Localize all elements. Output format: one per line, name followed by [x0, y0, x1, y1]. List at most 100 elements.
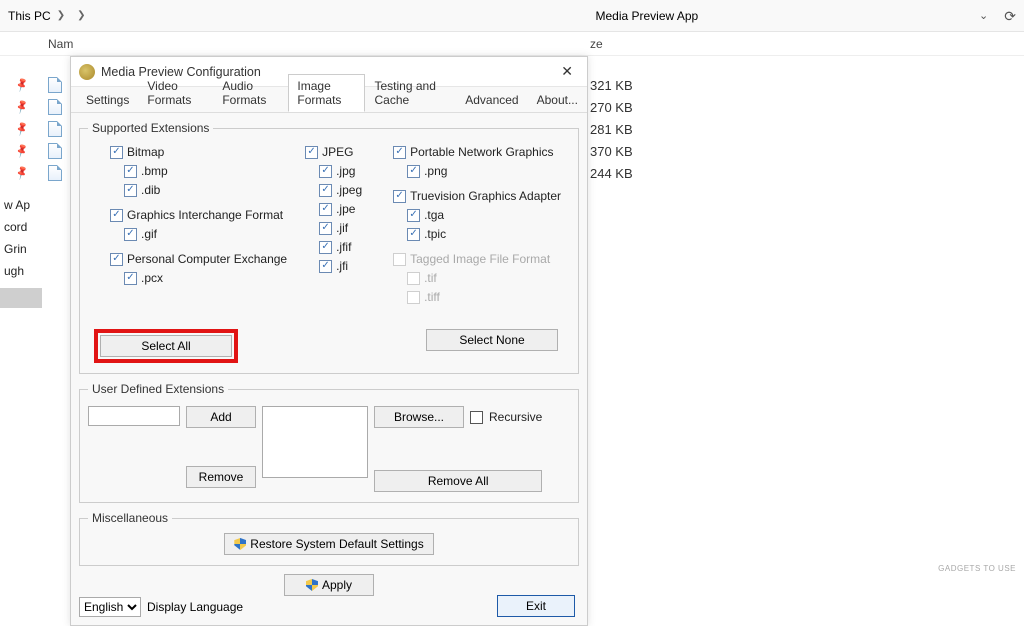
remove-all-button[interactable]: Remove All	[374, 470, 542, 492]
restore-defaults-button[interactable]: Restore System Default Settings	[224, 533, 434, 555]
file-size: 321 KB	[590, 74, 633, 96]
checkbox-label: .gif	[141, 227, 157, 241]
checkbox-label: .tga	[424, 208, 444, 222]
checkbox-pcx-ext[interactable]	[124, 272, 137, 285]
remove-button[interactable]: Remove	[186, 466, 256, 488]
language-select[interactable]: English	[79, 597, 141, 617]
checkbox-pcx[interactable]	[110, 253, 123, 266]
checkbox-gif[interactable]	[110, 209, 123, 222]
checkbox-png[interactable]	[393, 146, 406, 159]
checkbox-label: Bitmap	[127, 145, 164, 159]
column-name[interactable]: Nam	[48, 37, 578, 51]
misc-legend: Miscellaneous	[88, 511, 172, 525]
checkbox-jpeg-ext[interactable]	[319, 184, 332, 197]
checkbox-label: .jfif	[336, 240, 351, 254]
chevron-right-icon: ❯	[77, 10, 85, 21]
tab-testing-cache[interactable]: Testing and Cache	[365, 74, 456, 112]
tab-audio-formats[interactable]: Audio Formats	[213, 74, 288, 112]
checkbox-label: .jpe	[336, 202, 355, 216]
add-button[interactable]: Add	[186, 406, 256, 428]
checkbox-bitmap[interactable]	[110, 146, 123, 159]
ude-input[interactable]	[88, 406, 180, 426]
file-size: 281 KB	[590, 118, 633, 140]
checkbox-label: .tpic	[424, 227, 446, 241]
exit-button[interactable]: Exit	[497, 595, 575, 617]
checkbox-gif-ext[interactable]	[124, 228, 137, 241]
list-item[interactable]	[48, 140, 62, 162]
select-all-button[interactable]: Select All	[100, 335, 232, 357]
tab-settings[interactable]: Settings	[77, 88, 138, 112]
breadcrumb-item[interactable]: Media Preview App	[595, 9, 698, 23]
checkbox-recursive[interactable]	[470, 411, 483, 424]
file-icon	[48, 143, 62, 159]
sidebar-item[interactable]: w Ap	[0, 194, 44, 216]
apply-button[interactable]: Apply	[284, 574, 374, 596]
checkbox-label: Truevision Graphics Adapter	[410, 189, 561, 203]
checkbox-tiff-ext[interactable]	[407, 291, 420, 304]
checkbox-png-ext[interactable]	[407, 165, 420, 178]
sidebar-active-indicator	[0, 288, 42, 308]
close-icon[interactable]: ✕	[555, 63, 579, 80]
checkbox-label: .jpg	[336, 164, 355, 178]
dialog-tabs: Settings Video Formats Audio Formats Ima…	[71, 87, 587, 113]
user-defined-extensions-group: User Defined Extensions Add Remove	[79, 382, 579, 503]
file-icon	[48, 99, 62, 115]
file-sizes: 321 KB 270 KB 281 KB 370 KB 244 KB	[590, 74, 633, 184]
file-size: 244 KB	[590, 162, 633, 184]
checkbox-label: JPEG	[322, 145, 353, 159]
checkbox-jpe[interactable]	[319, 203, 332, 216]
checkbox-tga-ext[interactable]	[407, 209, 420, 222]
shield-icon	[306, 579, 318, 591]
tab-advanced[interactable]: Advanced	[456, 88, 527, 112]
checkbox-bmp[interactable]	[124, 165, 137, 178]
checkbox-jpeg[interactable]	[305, 146, 318, 159]
list-item[interactable]	[48, 96, 62, 118]
select-none-button[interactable]: Select None	[426, 329, 558, 351]
checkbox-label: .tiff	[424, 290, 440, 304]
sidebar-item[interactable]: ugh	[0, 260, 44, 282]
checkbox-tiff[interactable]	[393, 253, 406, 266]
sidebar-item[interactable]: Grin	[0, 238, 44, 260]
checkbox-label: .bmp	[141, 164, 168, 178]
explorer-sidebar: 📌 📌 📌 📌 📌 w Ap cord Grin ugh	[0, 56, 44, 308]
sidebar-item[interactable]: cord	[0, 216, 44, 238]
pin-icon: 📌	[14, 99, 30, 115]
checkbox-tif-ext[interactable]	[407, 272, 420, 285]
breadcrumb-item[interactable]: This PC	[8, 9, 51, 23]
list-item[interactable]	[48, 74, 62, 96]
checkbox-tpic[interactable]	[407, 228, 420, 241]
ude-listbox[interactable]	[262, 406, 368, 478]
checkbox-jfi[interactable]	[319, 260, 332, 273]
column-size[interactable]: ze	[590, 37, 603, 51]
shield-icon	[234, 538, 246, 550]
checkbox-jfif[interactable]	[319, 241, 332, 254]
chevron-down-icon[interactable]: ⌄	[979, 9, 988, 22]
checkbox-label: .png	[424, 164, 447, 178]
tab-video-formats[interactable]: Video Formats	[138, 74, 213, 112]
tab-image-formats[interactable]: Image Formats	[288, 74, 365, 112]
checkbox-jif[interactable]	[319, 222, 332, 235]
list-item[interactable]	[48, 162, 62, 184]
tab-about[interactable]: About...	[528, 88, 587, 112]
explorer-address-bar: This PC ❯ ❯ Media Preview App ⌄ ⟳	[0, 0, 1024, 32]
list-item[interactable]	[48, 118, 62, 140]
checkbox-label: Personal Computer Exchange	[127, 252, 287, 266]
misc-group: Miscellaneous Restore System Default Set…	[79, 511, 579, 566]
file-size: 370 KB	[590, 140, 633, 162]
checkbox-label: .pcx	[141, 271, 163, 285]
display-language-label: Display Language	[147, 600, 243, 614]
watermark: GADGETS TO USE	[938, 564, 1016, 573]
chevron-right-icon: ❯	[57, 10, 65, 21]
checkbox-tga[interactable]	[393, 190, 406, 203]
config-dialog: Media Preview Configuration ✕ Settings V…	[70, 56, 588, 626]
language-row: English Display Language	[79, 597, 243, 617]
refresh-icon[interactable]: ⟳	[1004, 9, 1016, 23]
checkbox-label: .jpeg	[336, 183, 362, 197]
checkbox-jpg[interactable]	[319, 165, 332, 178]
checkbox-dib[interactable]	[124, 184, 137, 197]
file-icon	[48, 77, 62, 93]
checkbox-label: .jfi	[336, 259, 348, 273]
restore-label: Restore System Default Settings	[250, 537, 423, 551]
browse-button[interactable]: Browse...	[374, 406, 464, 428]
app-icon	[79, 64, 95, 80]
